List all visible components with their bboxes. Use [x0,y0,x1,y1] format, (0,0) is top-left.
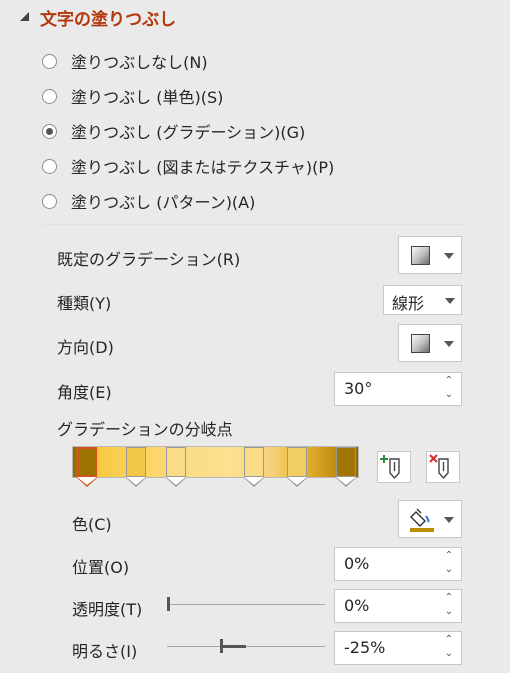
radio-label: 塗りつぶし (図またはテクスチャ)(P) [71,158,335,177]
section-header[interactable]: 文字の塗りつぶし [0,0,510,36]
radio-button[interactable] [42,88,57,104]
radio-label: 塗りつぶし (パターン)(A) [71,193,256,212]
add-stop-icon [380,455,400,480]
preset-gradient-label: 既定のグラデーション(R) [57,250,241,269]
paint-bucket-icon [410,508,434,532]
gradient-stop-pointer-fill [336,477,356,485]
brightness-value[interactable]: -25% [344,638,385,657]
remove-stop-icon [429,454,449,480]
brightness-label: 明るさ(I) [72,642,138,661]
spin-down-icon[interactable]: ⌄ [443,607,455,617]
chevron-down-icon [445,298,455,304]
spin-up-icon[interactable]: ⌃ [443,593,455,603]
chevron-down-icon [444,517,454,523]
radio-gradient-fill[interactable]: 塗りつぶし (グラデーション)(G) [42,117,305,145]
gradient-type-label: 種類(Y) [57,294,112,313]
preset-gradient-dropdown[interactable] [398,236,462,274]
gradient-stop[interactable] [76,447,98,487]
position-spinner[interactable]: 0% ⌃ ⌄ [334,547,462,581]
spin-up-icon[interactable]: ⌃ [443,551,455,561]
gradient-stop[interactable] [125,447,147,487]
radio-pattern-fill[interactable]: 塗りつぶし (パターン)(A) [42,187,255,215]
gradient-direction-icon [411,334,430,353]
radio-no-fill[interactable]: 塗りつぶしなし(N) [42,47,208,75]
add-gradient-stop-button[interactable] [377,451,411,483]
gradient-stop-swatch [77,447,97,477]
gradient-type-value: 線形 [392,294,425,313]
gradient-stop-pointer-fill [77,477,97,485]
gradient-stop[interactable] [243,447,265,487]
radio-button[interactable] [42,158,57,174]
spin-down-icon[interactable]: ⌄ [443,390,455,400]
spin-down-icon[interactable]: ⌄ [443,565,455,575]
gradient-stop-pointer-fill [244,477,264,485]
gradient-stop[interactable] [165,447,187,487]
angle-spinner[interactable]: 30° ⌃ ⌄ [334,372,462,406]
spin-up-icon[interactable]: ⌃ [443,376,455,386]
gradient-stop-swatch [336,447,356,477]
angle-value[interactable]: 30° [344,379,372,398]
angle-label: 角度(E) [57,383,112,402]
gradient-type-select[interactable]: 線形 [383,285,462,315]
spin-down-icon[interactable]: ⌄ [443,649,455,659]
section-title: 文字の塗りつぶし [40,10,177,30]
radio-picture-fill[interactable]: 塗りつぶし (図またはテクスチャ)(P) [42,152,334,180]
transparency-slider-thumb[interactable] [167,597,170,611]
gradient-stop-pointer-fill [126,477,146,485]
gradient-stop-pointer-fill [166,477,186,485]
gradient-stop[interactable] [335,447,357,487]
chevron-down-icon [444,253,454,259]
position-value[interactable]: 0% [344,554,369,573]
radio-label: 塗りつぶしなし(N) [71,53,208,72]
transparency-value[interactable]: 0% [344,596,369,615]
brightness-slider-track[interactable] [167,646,325,647]
radio-button[interactable] [42,53,57,69]
direction-label: 方向(D) [57,338,114,357]
gradient-stops-label: グラデーションの分岐点 [57,420,233,439]
radio-button[interactable] [42,193,57,209]
radio-label: 塗りつぶし (単色)(S) [71,88,224,107]
gradient-swatch-icon [411,246,430,265]
gradient-stop-swatch [244,447,264,477]
remove-gradient-stop-button[interactable] [426,451,460,483]
gradient-stops-layer [73,447,358,487]
brightness-spinner[interactable]: -25% ⌃ ⌄ [334,631,462,665]
color-label: 色(C) [72,515,112,534]
gradient-stop-swatch [166,447,186,477]
radio-button-selected[interactable] [42,123,57,139]
gradient-stop[interactable] [286,447,308,487]
position-label: 位置(O) [72,558,130,577]
radio-solid-fill[interactable]: 塗りつぶし (単色)(S) [42,82,223,110]
chevron-down-icon [444,341,454,347]
brightness-slider-fill [220,645,246,648]
gradient-stop-swatch [287,447,307,477]
gradient-stop-pointer-fill [287,477,307,485]
transparency-slider-track[interactable] [167,604,325,605]
transparency-spinner[interactable]: 0% ⌃ ⌄ [334,589,462,623]
direction-dropdown[interactable] [398,324,462,362]
radio-label: 塗りつぶし (グラデーション)(G) [71,123,306,142]
color-picker-button[interactable] [398,500,462,538]
gradient-stops-bar[interactable] [72,446,359,487]
collapse-triangle-icon[interactable] [20,12,29,21]
divider [42,224,468,225]
transparency-label: 透明度(T) [72,600,143,619]
spin-up-icon[interactable]: ⌃ [443,635,455,645]
gradient-stop-swatch [126,447,146,477]
